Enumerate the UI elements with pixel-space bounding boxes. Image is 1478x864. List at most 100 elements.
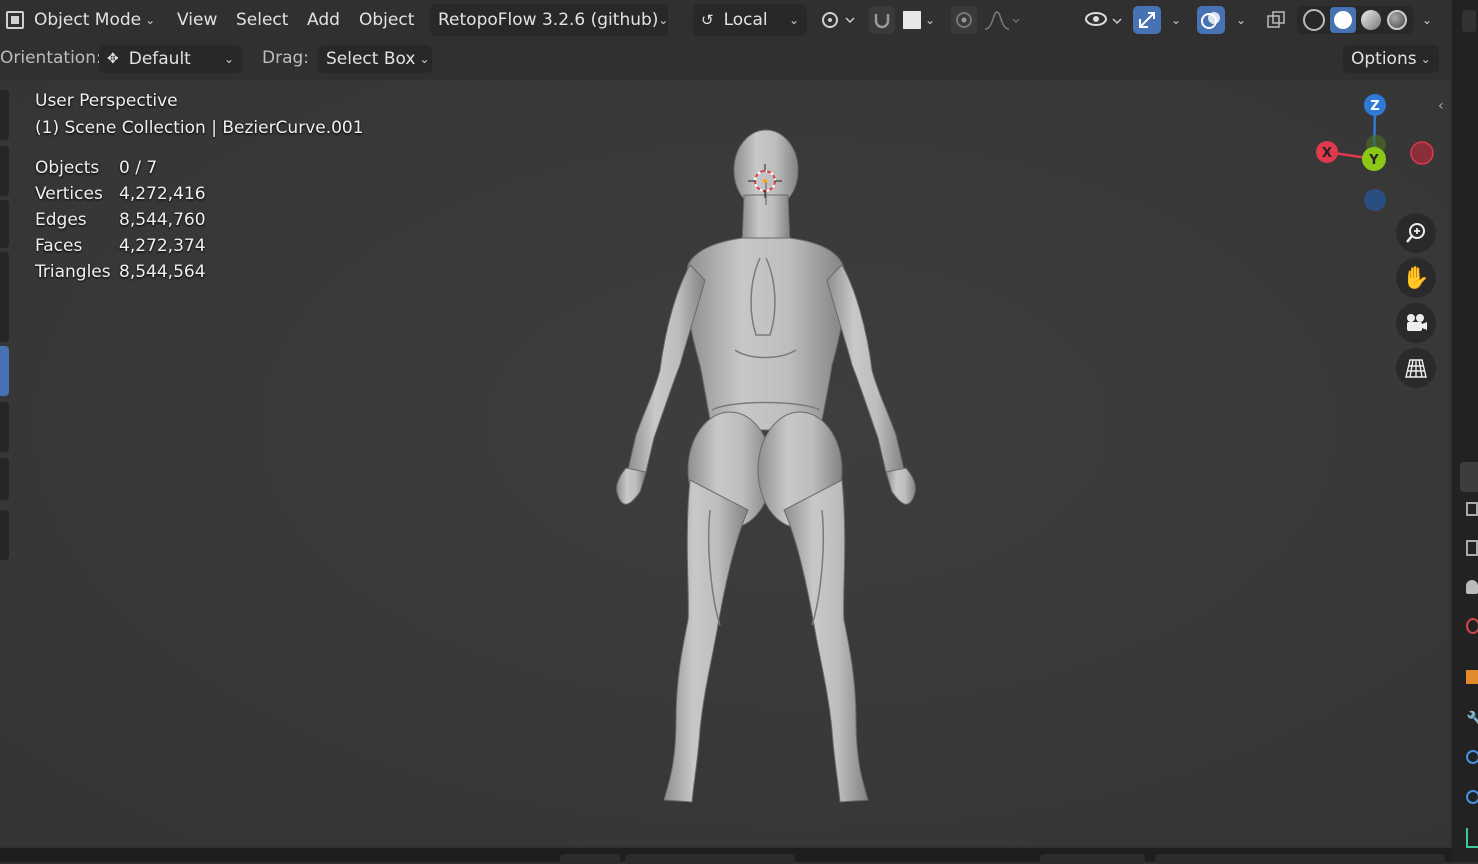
mode-selector[interactable]: Object Mode ⌄ — [6, 4, 155, 36]
navigation-gizmo[interactable]: Z X Y — [1310, 90, 1450, 220]
toolbar-tab[interactable] — [0, 510, 9, 560]
rendered-shading-icon[interactable] — [1387, 10, 1407, 30]
retopoflow-menu[interactable]: RetopoFlow 3.2.6 (github) ⌄ — [430, 4, 668, 36]
particles-tab-icon[interactable] — [1466, 750, 1478, 764]
world-tab-icon[interactable] — [1466, 618, 1478, 634]
menu-select[interactable]: Select — [236, 4, 288, 36]
orientation-value: Default — [128, 49, 191, 69]
shading-mode-group — [1297, 6, 1413, 34]
projection-toggle-button[interactable] — [1396, 348, 1436, 388]
stat-value: 8,544,564 — [119, 262, 206, 282]
overlays-icon — [1201, 12, 1220, 29]
snapping-pivot-button[interactable] — [815, 6, 861, 34]
tool-tab-icon[interactable] — [1460, 462, 1478, 492]
y-axis-label: Y — [1368, 153, 1379, 168]
chevron-down-icon: ⌄ — [1170, 13, 1182, 27]
x-axis-label: X — [1322, 146, 1332, 161]
menu-object[interactable]: Object — [359, 4, 414, 36]
snap-toggle-button[interactable] — [869, 6, 895, 34]
toolbar-tab[interactable] — [0, 200, 9, 248]
options-label: Options — [1351, 49, 1417, 69]
stat-value: 0 / 7 — [119, 158, 158, 178]
scene-collection-label: (1) Scene Collection | BezierCurve.001 — [35, 118, 364, 138]
wireframe-shading-icon[interactable] — [1303, 9, 1325, 31]
gizmo-icon — [1139, 12, 1155, 28]
toolbar-tab[interactable] — [0, 458, 9, 500]
menu-add[interactable]: Add — [307, 4, 340, 36]
chevron-down-icon: ⌄ — [788, 13, 799, 27]
z-axis-label: Z — [1370, 99, 1379, 114]
falloff-curve-icon — [984, 11, 1020, 30]
overlays-toggle-button[interactable] — [1197, 6, 1225, 34]
orientation-label: Orientation: — [0, 48, 102, 68]
snap-increment-icon — [902, 11, 921, 29]
retopoflow-label: RetopoFlow 3.2.6 (github) — [438, 10, 659, 30]
stat-row: Objects 0 / 7 — [35, 158, 206, 184]
menu-view[interactable]: View — [177, 4, 217, 36]
chevron-down-icon: ⌄ — [658, 13, 669, 27]
pivot-label: Local — [723, 10, 768, 30]
eye-icon — [1085, 12, 1122, 26]
editor-type-icon[interactable] — [1462, 10, 1476, 32]
camera-view-button[interactable] — [1396, 303, 1436, 343]
drag-dropdown[interactable]: Select Box ⌄ — [318, 45, 432, 73]
stat-label: Triangles — [35, 262, 111, 282]
render-tab-icon[interactable] — [1466, 502, 1478, 516]
playback-control[interactable] — [560, 854, 620, 864]
physics-tab-icon[interactable] — [1466, 790, 1478, 804]
chevron-down-icon: ⌄ — [1235, 13, 1247, 27]
modifier-wrench-icon[interactable]: 🔧 — [1466, 710, 1478, 729]
toolbar-tab[interactable] — [0, 90, 9, 140]
transform-pivot-dropdown[interactable]: ↺ Local ⌄ — [693, 4, 807, 36]
hand-icon: ✋ — [1402, 265, 1430, 291]
pan-button[interactable]: ✋ — [1396, 258, 1436, 298]
stat-row: Triangles 8,544,564 — [35, 262, 206, 288]
object-tab-icon[interactable] — [1466, 670, 1478, 684]
stat-value: 4,272,416 — [119, 184, 206, 204]
constraints-tab-icon[interactable] — [1466, 828, 1478, 848]
shading-dropdown[interactable]: ⌄ — [1413, 6, 1437, 34]
falloff-dropdown[interactable] — [981, 6, 1023, 34]
neg-x-axis-icon[interactable] — [1410, 141, 1434, 165]
toolbar-tab[interactable] — [0, 252, 9, 342]
xray-toggle-button[interactable] — [1263, 6, 1289, 34]
toolbar-tab-active[interactable] — [0, 346, 9, 396]
object-mode-icon — [6, 11, 24, 29]
options-dropdown[interactable]: Options ⌄ — [1343, 45, 1439, 73]
chevron-down-icon: ⌄ — [223, 52, 234, 66]
frame-range-field[interactable] — [1155, 854, 1445, 864]
pivot-point-icon — [822, 12, 855, 28]
gizmo-toggle-button[interactable] — [1133, 6, 1161, 34]
proportional-editing-button[interactable] — [951, 6, 977, 34]
playback-buttons[interactable] — [625, 854, 795, 864]
view-perspective-label: User Perspective — [35, 91, 178, 111]
mode-label: Object Mode — [34, 10, 142, 30]
toolbar-tab[interactable] — [0, 402, 9, 452]
grid-perspective-icon — [1405, 359, 1427, 378]
scene-statistics: Objects 0 / 7 Vertices 4,272,416 Edges 8,54… — [35, 158, 206, 288]
snap-target-dropdown[interactable]: ⌄ — [897, 6, 941, 34]
proportional-edit-icon — [956, 12, 972, 28]
stat-row: Edges 8,544,760 — [35, 210, 206, 236]
chevron-down-icon: ⌄ — [419, 52, 430, 66]
output-tab-icon[interactable] — [1466, 540, 1478, 556]
solid-shading-icon[interactable] — [1330, 7, 1356, 33]
frame-field[interactable] — [1040, 854, 1145, 864]
gizmo-dropdown[interactable]: ⌄ — [1163, 6, 1185, 34]
magnet-icon — [874, 14, 890, 29]
toolbar-tab[interactable] — [0, 146, 9, 196]
visibility-dropdown[interactable] — [1080, 6, 1126, 34]
orientation-dropdown[interactable]: ✥ Default ⌄ — [99, 45, 242, 73]
zoom-button[interactable] — [1396, 213, 1436, 253]
chevron-down-icon: ⌄ — [145, 13, 156, 27]
3d-viewport[interactable]: User Perspective (1) Scene Collection | … — [0, 80, 1450, 846]
drag-value: Select Box — [326, 49, 416, 69]
chevron-down-icon: ⌄ — [1420, 52, 1431, 66]
overlays-dropdown[interactable]: ⌄ — [1228, 6, 1250, 34]
properties-tab-strip: 🔧 — [1452, 0, 1478, 862]
stat-label: Edges — [35, 210, 87, 230]
local-orientation-icon: ↺ — [701, 11, 714, 29]
material-preview-icon[interactable] — [1361, 10, 1381, 30]
view-layer-tab-icon[interactable] — [1466, 580, 1478, 594]
neg-z-axis-icon[interactable] — [1364, 189, 1386, 211]
